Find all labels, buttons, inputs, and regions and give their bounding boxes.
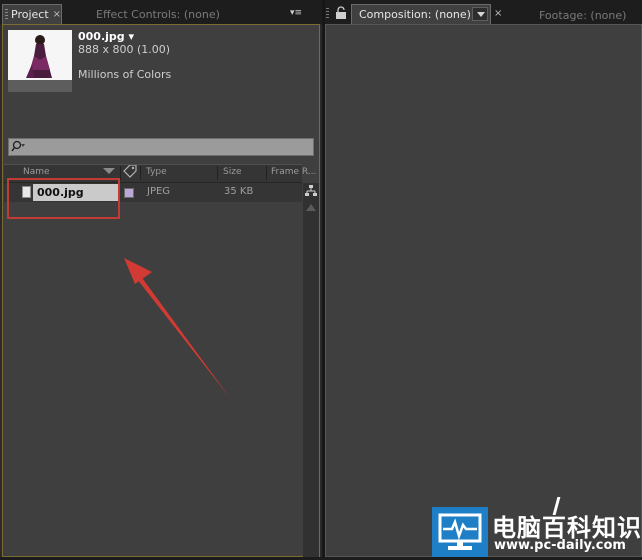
grip-icon[interactable]	[326, 8, 329, 19]
tab-composition[interactable]: Composition: (none)	[351, 4, 491, 24]
monitor-logo-icon	[432, 507, 488, 557]
lock-icon[interactable]	[334, 6, 348, 20]
watermark-url: www.pc-daily.com	[494, 538, 626, 553]
chevron-down-icon[interactable]	[477, 12, 485, 17]
tab-composition-label: Composition: (none)	[359, 8, 471, 21]
close-icon[interactable]: ×	[494, 8, 502, 19]
composition-viewer	[325, 24, 642, 557]
tab-footage[interactable]: Footage: (none)	[539, 9, 626, 22]
